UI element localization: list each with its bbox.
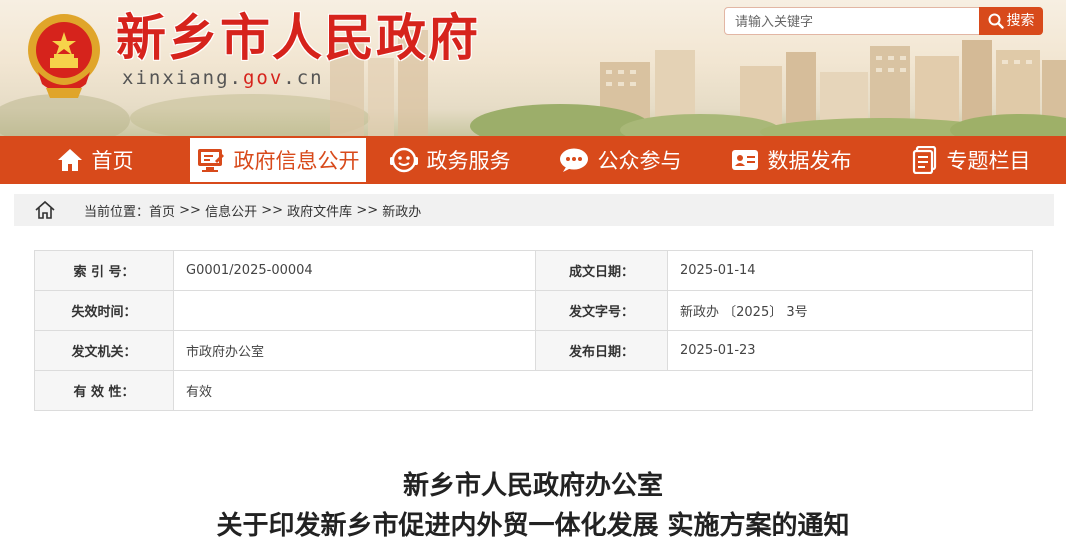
written-date-value: 2025-01-14	[667, 250, 1033, 291]
publish-date-value: 2025-01-23	[667, 330, 1033, 371]
breadcrumb-separator: >>	[352, 202, 383, 218]
document-title-line2: 关于印发新乡市促进内外贸一体化发展 实施方案的通知	[216, 511, 850, 541]
domain-suffix: .cn	[283, 67, 324, 89]
document-info-table: 索 引 号： G0001/2025-00004 成文日期： 2025-01-14…	[34, 250, 1033, 411]
written-date-label: 成文日期：	[535, 250, 668, 291]
main-nav: 首页 政府信息公开 政务服务 公众参与 数据发布 专题栏目	[0, 136, 1066, 184]
domain-middle: gov	[242, 67, 284, 89]
document-icon	[912, 146, 936, 174]
nav-item-label: 数据发布	[767, 149, 852, 173]
document-title: 新乡市人民政府办公室 关于印发新乡市促进内外贸一体化发展 实施方案的通知	[0, 466, 1066, 546]
breadcrumb-item-info-open[interactable]: 信息公开	[205, 201, 257, 220]
validity-value: 有效	[173, 370, 1033, 411]
expiry-time-label: 失效时间：	[34, 290, 174, 331]
document-number-value: 新政办 〔2025〕 3号	[667, 290, 1033, 331]
nav-item-label: 专题栏目	[946, 149, 1031, 173]
nav-item-label: 公众参与	[597, 149, 682, 173]
nav-item-special-topics[interactable]: 专题栏目	[876, 136, 1066, 184]
id-card-icon	[731, 150, 758, 170]
table-row: 失效时间： 发文字号： 新政办 〔2025〕 3号	[34, 290, 1033, 331]
index-number-label: 索 引 号：	[34, 250, 174, 291]
table-row: 发文机关： 市政府办公室 发布日期： 2025-01-23	[34, 330, 1033, 371]
home-outline-icon	[35, 200, 55, 219]
issuing-authority-label: 发文机关：	[34, 330, 174, 371]
table-row: 索 引 号： G0001/2025-00004 成文日期： 2025-01-14	[34, 250, 1033, 291]
issuing-authority-value: 市政府办公室	[173, 330, 536, 371]
breadcrumb-prefix: 当前位置：	[84, 204, 150, 220]
validity-label: 有 效 性：	[34, 370, 174, 411]
nav-item-data-release[interactable]: 数据发布	[706, 136, 876, 184]
document-number-label: 发文字号：	[535, 290, 668, 331]
publish-date-label: 发布日期：	[535, 330, 668, 371]
breadcrumb-item-doc-library[interactable]: 政府文件库	[287, 201, 352, 220]
expiry-time-value	[173, 290, 536, 331]
breadcrumb-item-home[interactable]: 首页	[149, 201, 175, 220]
breadcrumb-separator: >>	[175, 202, 206, 218]
site-title: 新乡市人民政府	[116, 8, 480, 67]
nav-item-label: 首页	[91, 149, 134, 173]
monitor-edit-icon	[197, 149, 224, 172]
national-emblem-icon	[28, 14, 100, 98]
document-title-line1: 新乡市人民政府办公室	[402, 471, 663, 501]
nav-item-label: 政务服务	[426, 149, 511, 173]
search-button[interactable]: 搜索	[979, 7, 1043, 35]
index-number-value: G0001/2025-00004	[173, 250, 536, 291]
search-icon	[988, 13, 1004, 29]
breadcrumb-item-xinzhengban[interactable]: 新政办	[382, 201, 421, 220]
breadcrumb-separator: >>	[257, 202, 288, 218]
domain-prefix: xinxiang.	[122, 67, 243, 89]
nav-item-label: 政府信息公开	[233, 149, 360, 173]
search-button-label: 搜索	[1006, 13, 1035, 29]
table-row: 有 效 性： 有效	[34, 370, 1033, 411]
breadcrumb: 当前位置： 首页 >> 信息公开 >> 政府文件库 >> 新政办	[14, 194, 1054, 226]
home-icon	[57, 149, 82, 171]
nav-item-gov-info[interactable]: 政府信息公开	[190, 138, 366, 182]
nav-item-gov-service[interactable]: 政务服务	[366, 136, 534, 184]
search-input[interactable]	[724, 7, 980, 35]
service-face-icon	[389, 147, 418, 173]
site-domain: xinxiang.gov.cn	[122, 66, 324, 90]
nav-item-home[interactable]: 首页	[0, 136, 190, 184]
nav-item-public-participation[interactable]: 公众参与	[534, 136, 706, 184]
chat-bubble-icon	[559, 148, 588, 172]
site-banner: 新乡市人民政府 xinxiang.gov.cn 搜索	[0, 0, 1066, 136]
